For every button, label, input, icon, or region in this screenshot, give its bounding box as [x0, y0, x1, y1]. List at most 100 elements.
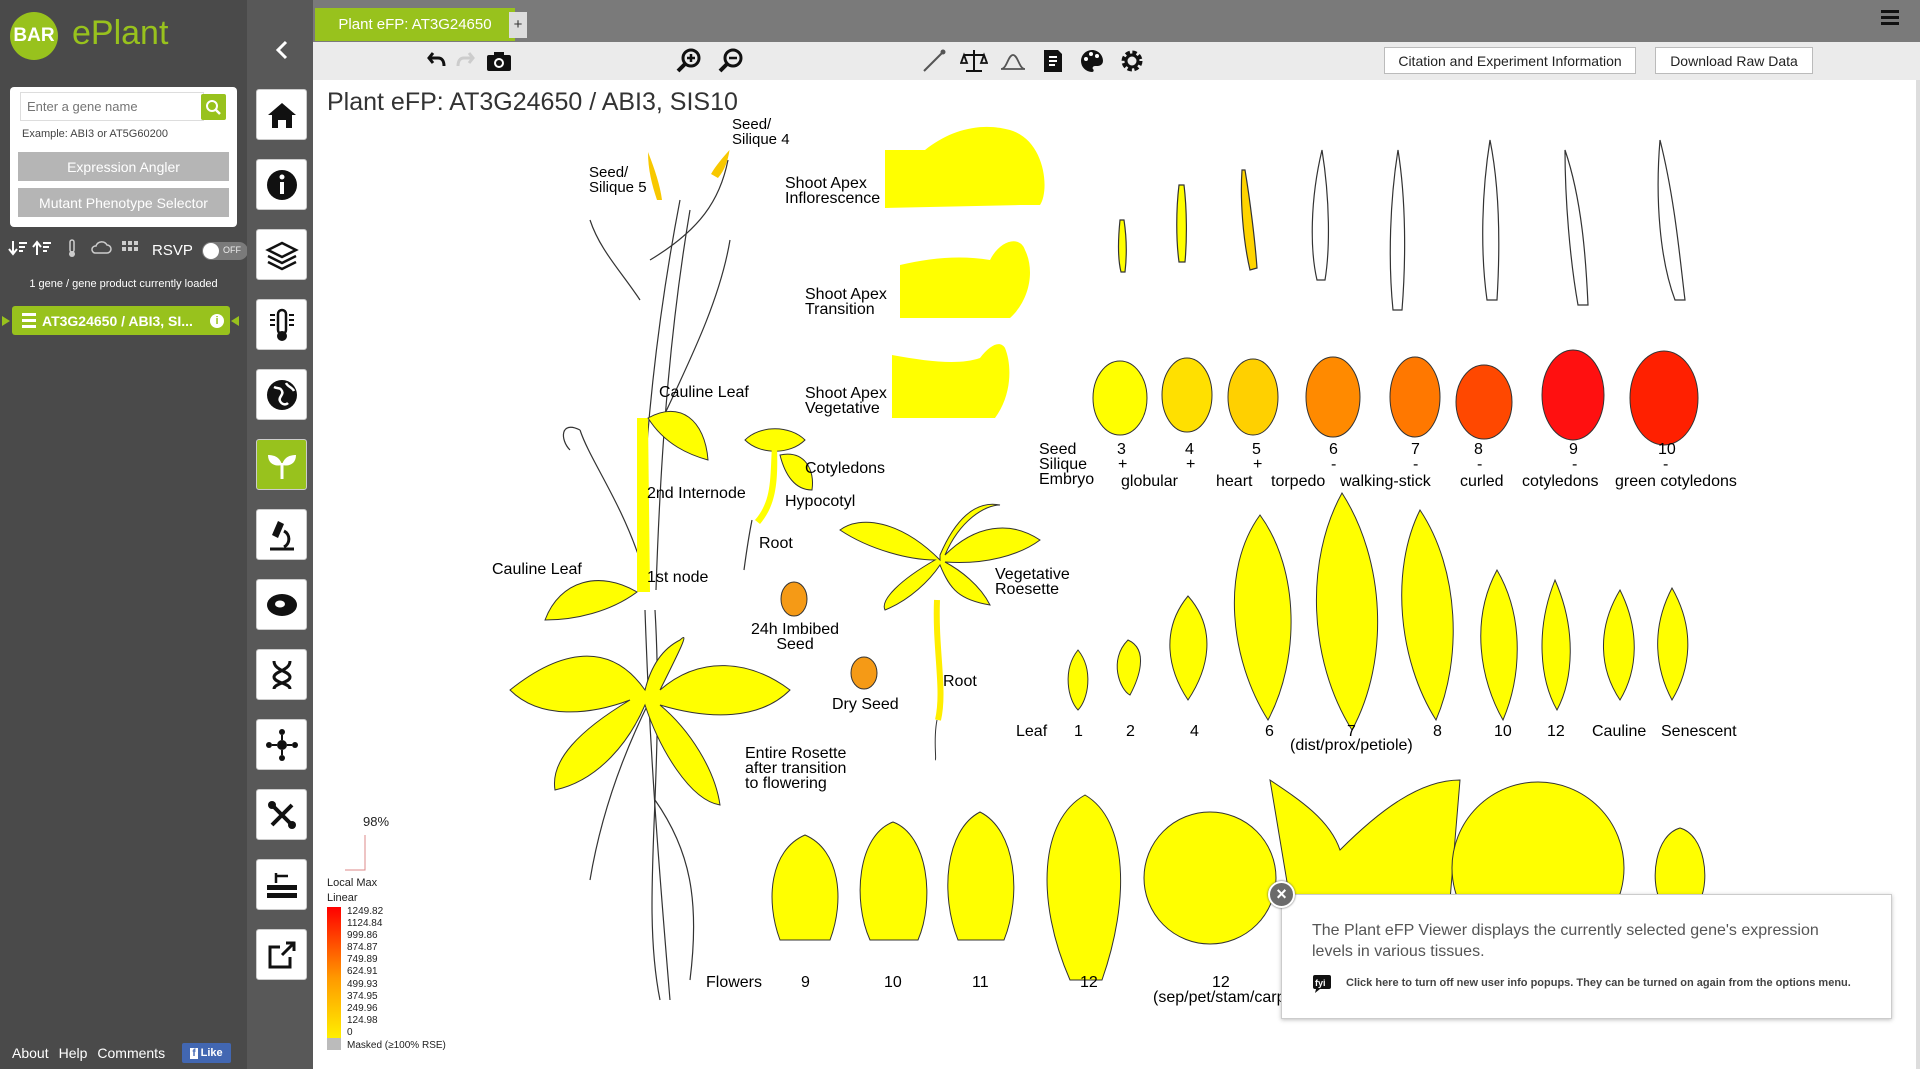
vegetative-root-shape — [933, 599, 944, 721]
footer-links: About Help Comments — [12, 1045, 175, 1061]
camera-icon[interactable] — [485, 47, 513, 75]
tab-plant-efp[interactable]: Plant eFP: AT3G24650 — [315, 8, 515, 41]
facebook-like-button[interactable]: f Like — [182, 1043, 231, 1063]
facebook-icon: f — [190, 1047, 198, 1059]
seed-mark-5: + — [1253, 456, 1263, 473]
sequencer-icon — [266, 872, 297, 898]
comments-link[interactable]: Comments — [97, 1045, 165, 1061]
seedling-icon — [267, 454, 296, 479]
sequence-view-button[interactable] — [256, 859, 307, 910]
gear-icon[interactable] — [1118, 47, 1146, 75]
plant-view-button[interactable] — [256, 439, 307, 490]
legend-mode: Linear — [327, 892, 358, 904]
legend-value: 749.89 — [347, 954, 378, 966]
rosette-root-label: Root — [943, 673, 977, 690]
stage-cotyledons: cotyledons — [1522, 473, 1599, 490]
distribution-icon[interactable] — [999, 47, 1027, 75]
drag-handle-icon[interactable] — [22, 313, 36, 331]
home-icon — [267, 102, 296, 128]
hypocotyl-label: Hypocotyl — [785, 493, 856, 510]
seed-row-label: Seed Silique Embryo — [1039, 441, 1095, 488]
export-icon — [268, 941, 295, 968]
heatmap-grid-icon[interactable] — [120, 238, 140, 258]
gene-list-item-label: AT3G24650 / ABI3, SI... — [42, 313, 193, 329]
mutant-phenotype-selector-button[interactable]: Mutant Phenotype Selector — [18, 188, 229, 217]
layers-view-button[interactable] — [256, 229, 307, 280]
shoot-apex-transition-shape — [900, 241, 1030, 318]
gene-search-input[interactable] — [20, 92, 204, 121]
gene-selected-marker-right — [231, 316, 239, 326]
rsvp-toggle[interactable]: OFF — [202, 242, 248, 260]
search-icon — [206, 100, 221, 115]
legend-value: 249.96 — [347, 1002, 378, 1014]
svg-text:fyi: fyi — [1315, 978, 1326, 988]
leaf-label-2: 2 — [1126, 723, 1135, 740]
chromosome-view-button[interactable] — [256, 649, 307, 700]
seed-number-4: 4 — [1185, 441, 1194, 458]
flower-label-12: 12 — [1080, 974, 1098, 991]
citation-button[interactable]: Citation and Experiment Information — [1384, 47, 1636, 74]
about-link[interactable]: About — [12, 1045, 49, 1061]
sort-down-icon[interactable] — [8, 238, 28, 258]
heatmap-view-button[interactable] — [256, 299, 307, 350]
tissue-view-button[interactable] — [256, 509, 307, 560]
expression-angler-button[interactable]: Expression Angler — [18, 152, 229, 181]
1st-node-label: 1st node — [647, 569, 709, 586]
info-icon[interactable]: i — [210, 314, 224, 328]
close-icon[interactable]: × — [1268, 881, 1295, 908]
chevron-left-icon[interactable] — [271, 38, 295, 62]
seedling-root-shape — [743, 519, 753, 571]
redo-icon[interactable] — [449, 47, 477, 75]
world-view-button[interactable] — [256, 369, 307, 420]
legend-value: 999.86 — [347, 930, 378, 942]
stage-green-cotyledons: green cotyledons — [1615, 473, 1737, 490]
info-icon — [266, 169, 297, 200]
hypocotyl-shape — [755, 445, 778, 524]
gene-list-item[interactable]: AT3G24650 / ABI3, SI... i — [12, 306, 230, 335]
stage-heart: heart — [1216, 473, 1253, 490]
search-button[interactable] — [201, 94, 226, 120]
add-tab-button[interactable]: + — [509, 12, 527, 38]
legend-book-icon[interactable] — [1039, 47, 1067, 75]
leaf-label-6: 6 — [1265, 723, 1274, 740]
compare-scale-icon[interactable] — [960, 47, 988, 75]
home-view-button[interactable] — [256, 89, 307, 140]
sort-up-icon[interactable] — [32, 238, 52, 258]
fyi-icon[interactable]: fyi — [1312, 973, 1334, 993]
leaf-label-4: 4 — [1190, 723, 1199, 740]
leaf-7-sublabel: (dist/prox/petiole) — [1290, 737, 1413, 754]
vegetative-rosette-label: Vegetative Roesette — [995, 566, 1070, 598]
leaf-row — [1067, 492, 1689, 731]
cloud-icon[interactable] — [90, 238, 112, 258]
leaf-label-senescent: Senescent — [1661, 723, 1737, 740]
seed-mark-4: + — [1186, 456, 1196, 473]
zoom-out-icon[interactable] — [717, 47, 745, 75]
microscope-icon — [269, 520, 294, 550]
info-view-button[interactable] — [256, 159, 307, 210]
popup-disable-link[interactable]: Click here to turn off new user info pop… — [1346, 977, 1851, 989]
cell-view-button[interactable] — [256, 579, 307, 630]
flower-label-10: 10 — [884, 974, 902, 991]
seed-silique-4-shape — [711, 150, 730, 178]
hamburger-menu-icon[interactable] — [1881, 10, 1899, 26]
stage-curled: curled — [1460, 473, 1504, 490]
bar-logo[interactable]: BAR — [10, 12, 58, 60]
view-selector-bar — [247, 0, 313, 1069]
imbibed-seed-label: 24h Imbibed Seed — [751, 621, 840, 653]
shoot-apex-transition-label: Shoot Apex Transition — [805, 286, 887, 318]
seed-mark-9: - — [1572, 456, 1578, 473]
palette-icon[interactable] — [1078, 47, 1106, 75]
zoom-in-icon[interactable] — [675, 47, 703, 75]
download-raw-data-button[interactable]: Download Raw Data — [1655, 47, 1813, 74]
interaction-view-button[interactable] — [256, 719, 307, 770]
toggle-knob — [203, 243, 219, 259]
thermometer-icon[interactable] — [62, 238, 82, 258]
export-view-button[interactable] — [256, 929, 307, 980]
molecule-view-button[interactable] — [256, 789, 307, 840]
pipette-icon[interactable] — [920, 47, 948, 75]
gene-selected-marker-left — [2, 316, 10, 326]
cauline-leaf-upper-shape — [647, 410, 709, 461]
legend-value: 499.93 — [347, 978, 378, 990]
flower-label-12b: 12 — [1212, 974, 1230, 991]
help-link[interactable]: Help — [59, 1045, 88, 1061]
